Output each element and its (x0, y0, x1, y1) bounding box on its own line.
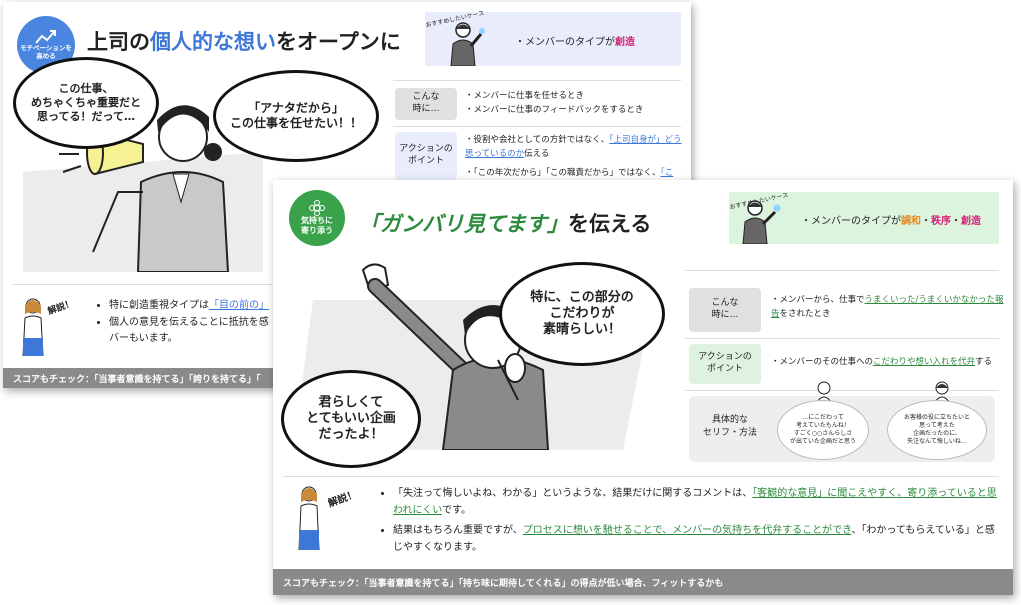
rec-type-creation: 創造 (615, 37, 635, 48)
divider (393, 80, 681, 81)
example-phrases-box: 具体的な セリフ・方法 …にこだわって 考えていたもんね！ すごく○○さんらしさ が出て… (689, 381, 995, 462)
label-line: ポイント (407, 156, 444, 166)
example-speech-1: …にこだわって 考えていたもんね！ すごく○○さんらしさ が出ていた企画だと思う (777, 400, 869, 460)
woman-face-icon (934, 381, 950, 402)
explanation-item: 「失注って悔しいよね、わかる」というような、結果だけに関するコメントは、「客観的… (393, 486, 997, 519)
rec-type-creation: 創造 (961, 216, 981, 227)
businessman-pointing-icon (742, 200, 781, 244)
label-line: 時に… (412, 104, 440, 114)
empathy-badge: 気持ちに 寄り添う (289, 190, 345, 246)
speech-bubble-praise: 特に、この部分の こだわりが 素晴らしい！ (499, 262, 665, 366)
action-point-label: アクションの ポイント (395, 132, 457, 180)
rec-text: ・メンバーのタイプが創造 (515, 33, 635, 48)
rec-text-pre: ・メンバーのタイプが (515, 37, 615, 48)
rec-text-pre: ・メンバーのタイプが (801, 216, 901, 227)
explanation-item: 特に創造重視タイプは「目の前の」 (109, 298, 293, 315)
bubble-line: だったよ！ (318, 427, 384, 443)
action-item: ・メンバーのその仕事へのこだわりや想い入れを代弁する (771, 357, 993, 367)
divider (685, 338, 999, 339)
bubble-line: 君らしくて (318, 394, 384, 410)
slide-title: 「ガンバリ見てます」を伝える (359, 208, 651, 238)
action-point-label: アクションの ポイント (689, 344, 761, 384)
divider (283, 476, 999, 477)
explanation-link: プロセスに想いを馳せることで、メンバーの気持ちを代弁することができ (522, 525, 852, 536)
explain-tag: 解説！ (326, 489, 359, 510)
action-items: ・メンバーのその仕事へのこだわりや想い入れを代弁する (771, 356, 1005, 370)
when-item: ・メンバーに仕事のフィードバックをするとき (465, 104, 644, 115)
title-pre: 上司の (87, 30, 150, 54)
when-items: ・メンバーに仕事を任せるとき ・メンバーに仕事のフィードバックをするとき (465, 90, 685, 117)
divider (685, 270, 999, 271)
when-label: こんな 時に… (395, 88, 457, 120)
bubble-line: この仕事を任せたい！！ (229, 116, 362, 130)
footer-text: スコアもチェック：「当事者意識を持てる」「持ち味に期待してくれる」の得点が低い場… (283, 578, 724, 589)
bubble-line: この仕事、 (58, 82, 114, 96)
action-link: こだわりや想い入れを代弁 (873, 357, 976, 367)
action-items: ・役割や会社としての方針ではなく、「上司自身が」どう思っているのか伝える ・「こ… (465, 134, 685, 181)
score-footer: スコアもチェック：「当事者意識を持てる」「持ち味に期待してくれる」の得点が低い場… (273, 569, 1013, 595)
label-line: アクションの (399, 144, 453, 155)
explanation: 「失注って悔しいよね、わかる」というような、結果だけに関するコメントは、「客観的… (377, 486, 997, 556)
explanation-item: 個人の意見を伝えることに抵抗を感バーもいます。 (109, 315, 293, 348)
label-line: アクションの (698, 352, 752, 363)
bubble-line: めちゃくちゃ重要だと (31, 96, 141, 110)
woman-presenter-icon (298, 486, 320, 550)
title-highlight: 個人的な想い (150, 30, 276, 54)
example-speech-2: お客様の役に立ちたいと 思って考えた 企画だったのに、 失注なんて悔しいね… (887, 400, 987, 460)
speech-bubble-good-plan: 君らしくて とてもいい企画 だったよ！ (281, 370, 421, 468)
title-post: を伝える (567, 212, 652, 236)
badge-line-2: 寄り添う (301, 226, 333, 235)
action-item: ・「この年次だから」「この職責だから」ではなく、「こ (465, 168, 674, 179)
bubble-line: 思ってる！だって… (37, 109, 135, 123)
rec-text: ・メンバーのタイプが調和・秩序・創造 (801, 216, 981, 227)
man-face-icon (816, 381, 832, 402)
bubble-line: 「アナタだから」 (248, 101, 344, 115)
bubble-line: 特に、この部分の (530, 289, 634, 305)
slide-title: 上司の個人的な想いをオープンに (87, 26, 401, 56)
title-post: をオープンに (276, 30, 401, 54)
divider (393, 126, 681, 127)
trend-up-icon (35, 30, 56, 44)
label-line: ポイント (706, 364, 743, 374)
footer-text: スコアもチェック：「当事者意識を持てる」「誇りを持てる」「 (13, 374, 261, 385)
label-line: こんな (412, 92, 440, 103)
when-items: ・メンバーから、仕事でうまくいった/うまくいかなかった報告をされたとき (771, 294, 1005, 321)
label-line: 時に… (711, 310, 739, 320)
when-item: ・メンバーに仕事を任せるとき (465, 91, 585, 101)
slide-empathy: 気持ちに 寄り添う 「ガンバリ見てます」を伝える おすすめしたいケース ・メンバ… (273, 180, 1013, 595)
recommended-case-box: おすすめしたいケース ・メンバーのタイプが調和・秩序・創造 (729, 192, 999, 244)
flower-icon (309, 200, 325, 217)
rec-type-harmony: 調和 (901, 216, 921, 227)
when-label: こんな 時に… (689, 288, 761, 332)
when-item: ・メンバーから、仕事でうまくいった/うまくいかなかった報告をされたとき (771, 295, 1004, 319)
divider (685, 390, 999, 391)
bubble-line: とてもいい企画 (306, 410, 396, 426)
action-item: ・役割や会社としての方針ではなく、「上司自身が」どう思っているのか伝える (465, 135, 682, 159)
businessman-pointing-icon (450, 22, 485, 66)
label-line: こんな (711, 298, 739, 309)
phrases-label: 具体的な セリフ・方法 (702, 415, 757, 438)
badge-line-2: 高める (36, 52, 56, 60)
title-highlight: 「ガンバリ見てます」 (359, 212, 568, 236)
explanation-item: 結果はもちろん重要ですが、プロセスに想いを馳せることで、メンバーの気持ちを代弁す… (393, 523, 997, 556)
bubble-line: こだわりが (549, 305, 615, 321)
badge-line-1: 気持ちに (301, 216, 333, 226)
explanation: 特に創造重視タイプは「目の前の」 個人の意見を伝えることに抵抗を感バーもいます。 (93, 298, 293, 348)
rec-type-order: 秩序 (931, 216, 951, 227)
bubble-line: 素晴らしい！ (542, 322, 621, 338)
speech-bubble-important: この仕事、 めちゃくちゃ重要だと 思ってる！だって… (13, 57, 159, 149)
speech-bubble-entrust: 「アナタだから」 この仕事を任せたい！！ (213, 70, 379, 162)
recommended-case-box: おすすめしたいケース ・メンバーのタイプが創造 (425, 10, 681, 66)
